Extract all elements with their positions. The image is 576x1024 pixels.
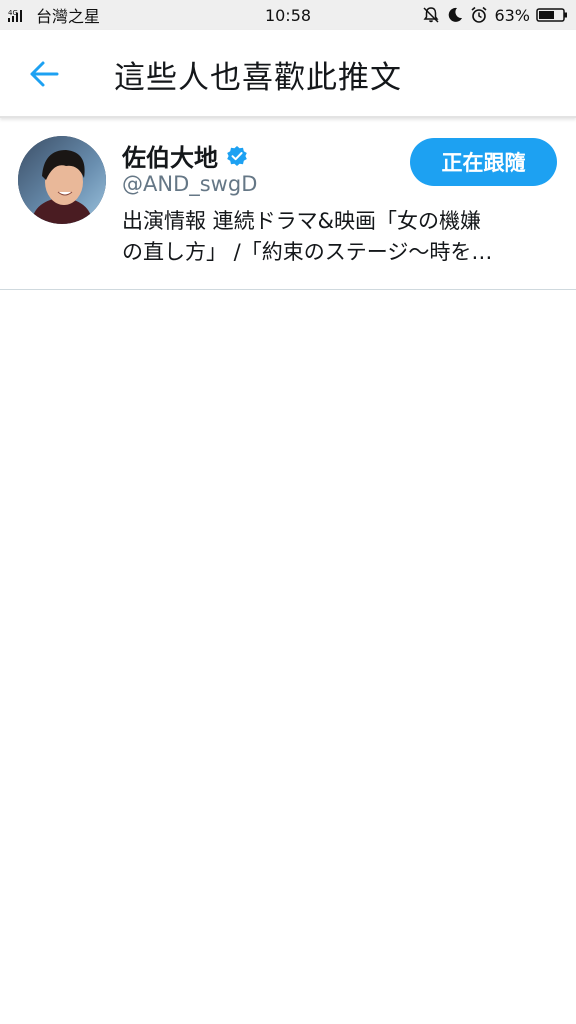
battery-percentage: 63% (494, 5, 530, 25)
user-bio: 出演情報 連続ドラマ&映画「女の機嫌 の直し方」 /「約束のステージ〜時を… (122, 206, 552, 268)
user-handle: @AND_swgD (122, 172, 258, 196)
bio-line: 出演情報 連続ドラマ&映画「女の機嫌 (122, 209, 482, 233)
avatar[interactable] (18, 136, 106, 224)
display-name-wrap: 佐伯大地 (122, 138, 248, 173)
list-item[interactable]: 佐伯大地 @AND_swgD 出演情報 連続ドラマ&映画「女の機嫌 の直し方」 … (0, 120, 576, 290)
carrier-name: 台灣之星 (36, 7, 101, 26)
moon-icon (449, 7, 463, 22)
status-bar: 4G 台灣之星 10:58 63% (0, 0, 576, 30)
avatar-image (18, 136, 106, 224)
display-name: 佐伯大地 (122, 144, 218, 172)
battery-icon (536, 8, 567, 22)
status-bar-left: 4G 台灣之星 (8, 3, 100, 27)
status-bar-right: 63% (422, 6, 568, 25)
mute-icon (423, 7, 439, 23)
verified-badge-icon (227, 145, 247, 166)
page-title: 這些人也喜歡此推文 (114, 60, 402, 96)
signal-icon: 4G (8, 9, 22, 22)
back-button[interactable] (22, 54, 66, 94)
following-button[interactable]: 正在跟隨 (410, 138, 557, 186)
bio-line: の直し方」 /「約束のステージ〜時を… (122, 240, 493, 264)
alarm-icon (471, 6, 487, 23)
arrow-left-icon (30, 61, 59, 87)
app-bar: 這些人也喜歡此推文 (0, 30, 576, 118)
